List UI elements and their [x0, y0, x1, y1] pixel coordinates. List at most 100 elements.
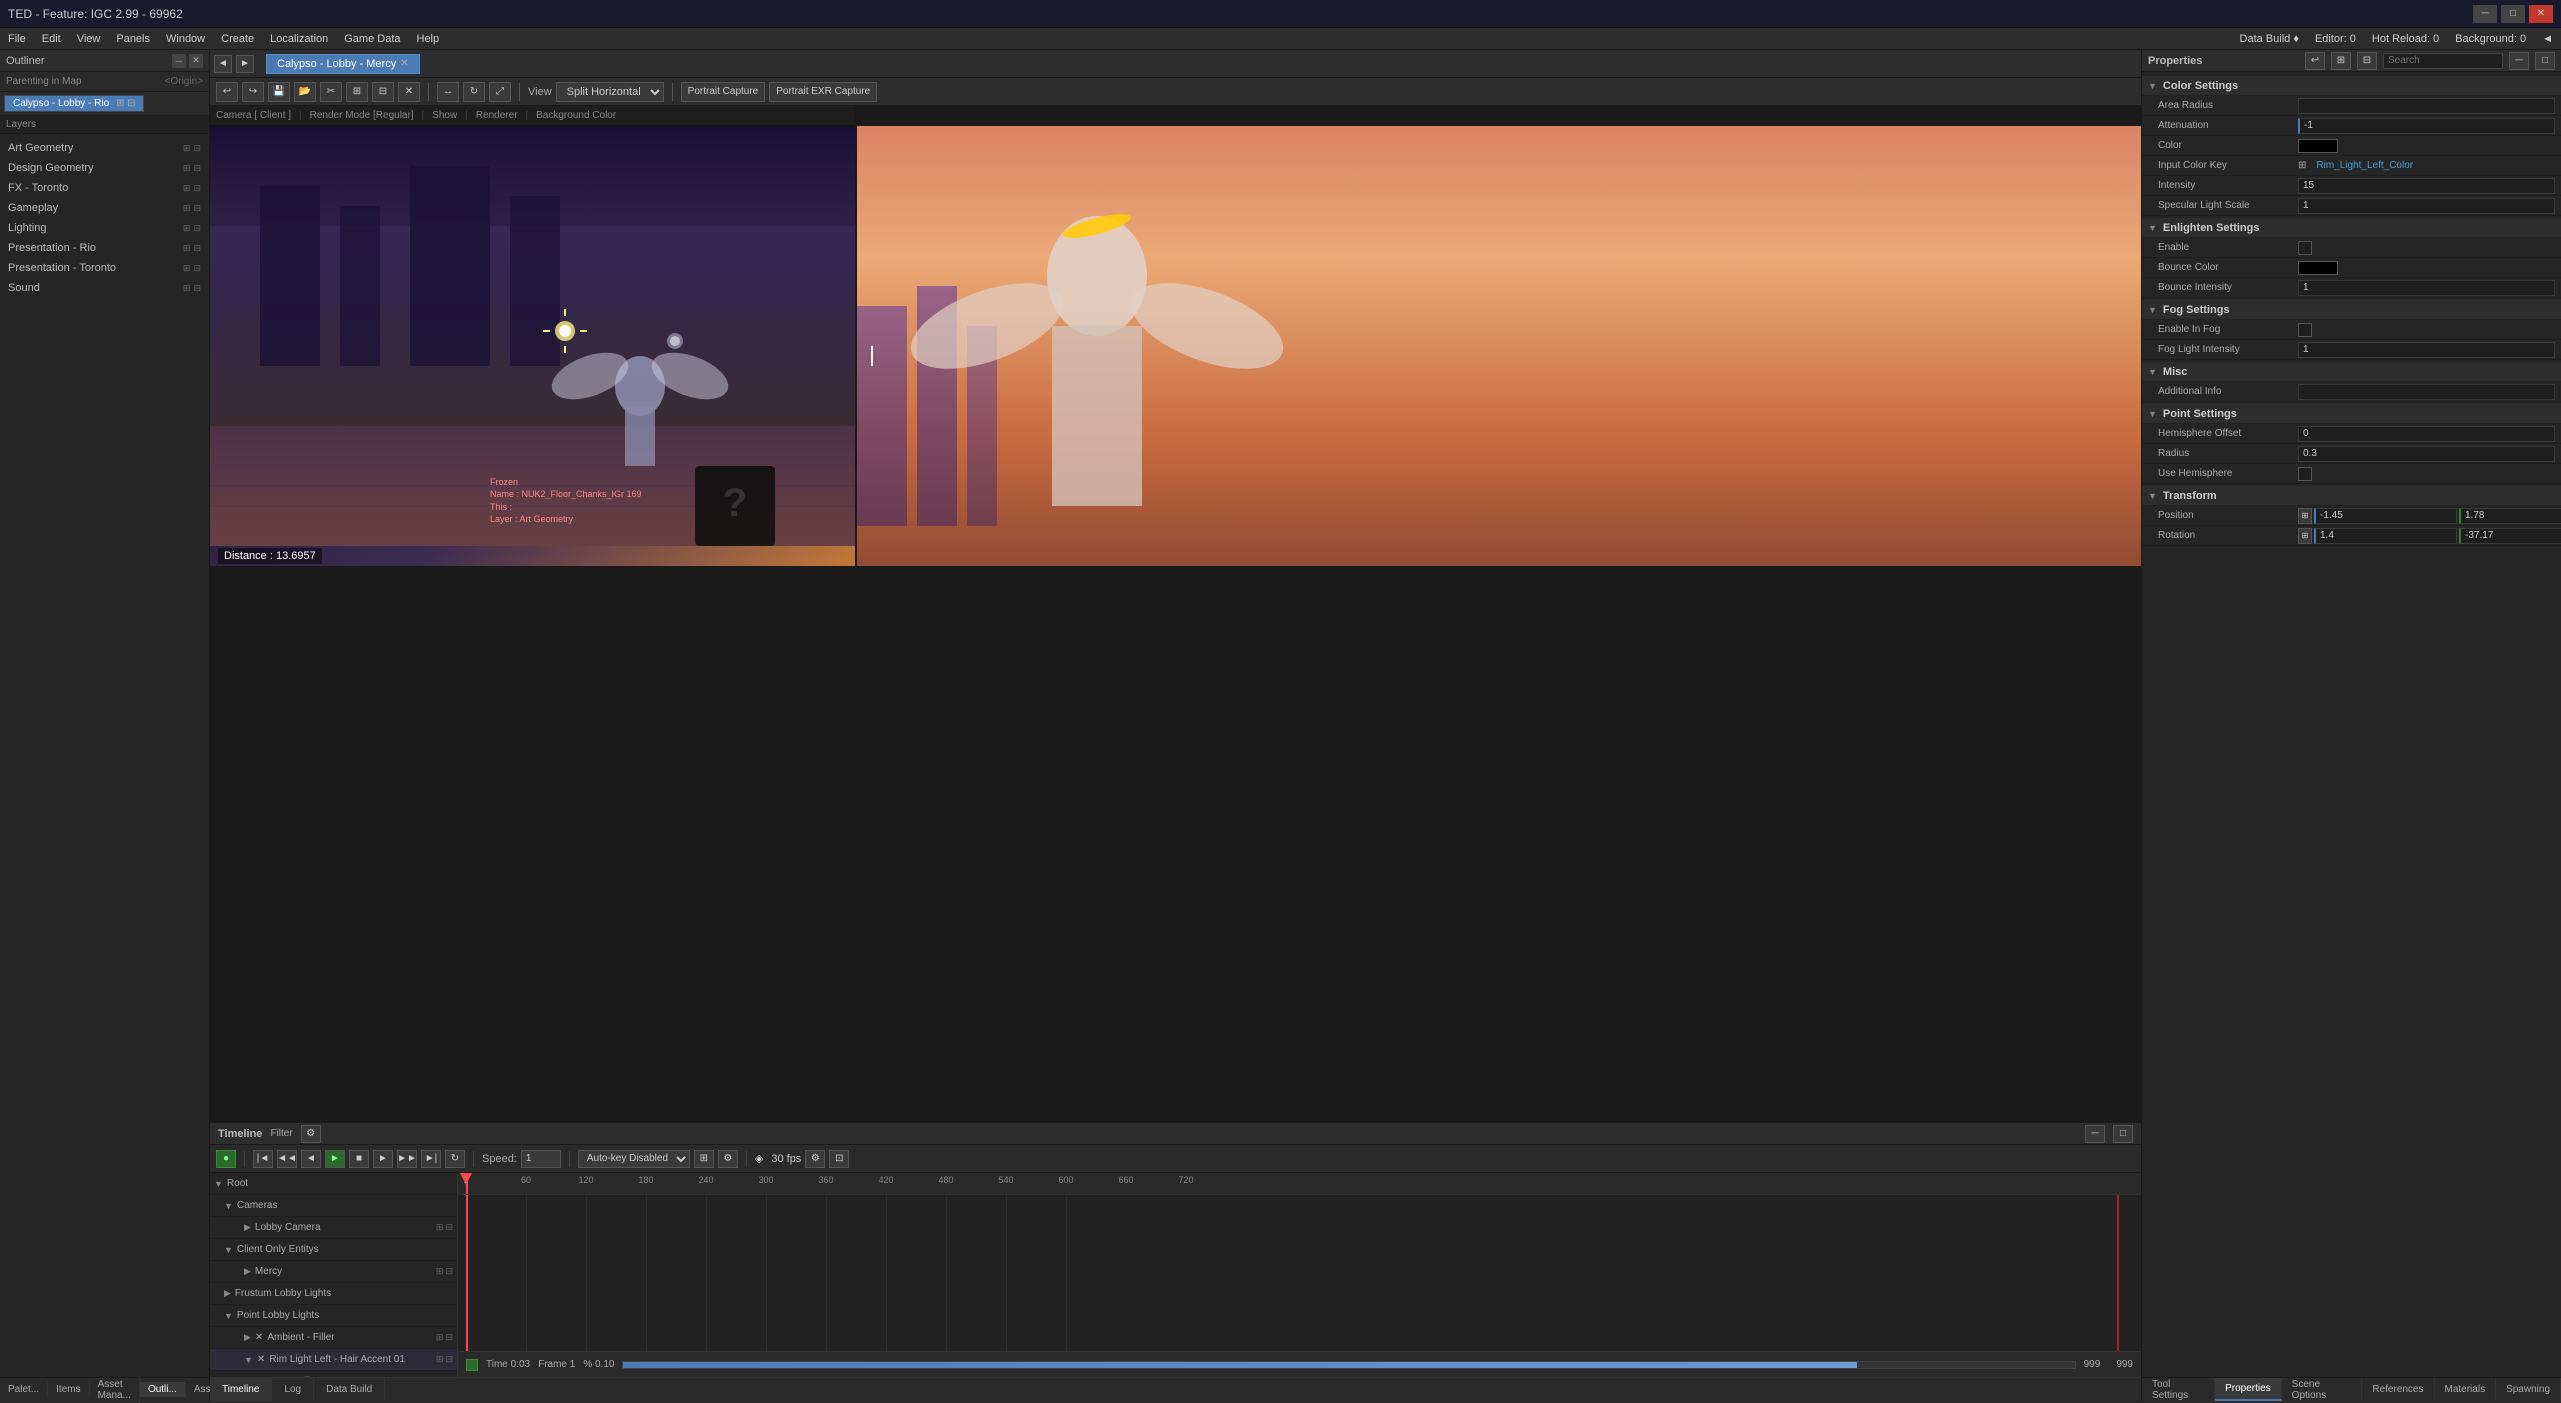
- prop-enable-in-fog[interactable]: Enable In Fog: [2142, 320, 2561, 340]
- collapse-icon[interactable]: ◄: [2542, 33, 2553, 45]
- tl-record-btn[interactable]: ⊡: [829, 1150, 849, 1168]
- prop-hemisphere-offset-input[interactable]: [2298, 426, 2555, 442]
- background-color-label[interactable]: Background Color: [536, 110, 616, 121]
- outliner-tab-active[interactable]: Calypso - Lobby - Rio ⊞ ⊟: [4, 95, 144, 112]
- section-enlighten-header[interactable]: ▼ Enlighten Settings: [2142, 218, 2561, 238]
- calypso-back-btn[interactable]: ◄: [214, 55, 232, 73]
- prop-color[interactable]: Color: [2142, 136, 2561, 156]
- tl-next-key[interactable]: ►►: [397, 1150, 417, 1168]
- tl-key-btn[interactable]: ⊞: [694, 1150, 714, 1168]
- prop-rotation-y[interactable]: [2459, 528, 2561, 544]
- tab-spawning[interactable]: Spawning: [2496, 1378, 2561, 1401]
- data-build-status[interactable]: Data Build ♦: [2240, 33, 2299, 45]
- tl-loop[interactable]: ↻: [445, 1150, 465, 1168]
- camera-client-label[interactable]: Camera [ Client ]: [216, 110, 291, 121]
- prop-bounce-color[interactable]: Bounce Color: [2142, 258, 2561, 278]
- menu-help[interactable]: Help: [417, 33, 440, 45]
- prop-bounce-intensity[interactable]: Bounce Intensity: [2142, 278, 2561, 298]
- viewport-portrait[interactable]: [857, 126, 2141, 566]
- prop-position[interactable]: Position ⊞: [2142, 506, 2561, 526]
- tab-tool-settings[interactable]: Tool Settings: [2142, 1378, 2215, 1401]
- track-ambient-filler[interactable]: ▶ ✕ Ambient - Filler ⊞⊟: [210, 1327, 457, 1349]
- minimize-button[interactable]: ─: [2473, 5, 2497, 23]
- outliner-minimize-btn[interactable]: ─: [172, 54, 186, 68]
- prop-area-radius[interactable]: Area Radius: [2142, 96, 2561, 116]
- timeline-minimize-btn[interactable]: ─: [2085, 1125, 2105, 1143]
- toolbar-btn-undo[interactable]: ↩: [216, 82, 238, 102]
- tab-materials[interactable]: Materials: [2435, 1378, 2497, 1401]
- tab-properties[interactable]: Properties: [2215, 1378, 2282, 1401]
- tab-asset-manager[interactable]: Asset Mana...: [90, 1377, 140, 1403]
- viewport-3d[interactable]: ? Frozen Name : NUK2_Floor_Chanks_IGr 16…: [210, 126, 855, 566]
- prop-fog-light-intensity[interactable]: Fog Light Intensity: [2142, 340, 2561, 360]
- prop-position-y[interactable]: [2459, 508, 2561, 524]
- prop-position-reset[interactable]: ⊞: [2298, 508, 2312, 524]
- prop-specular-scale[interactable]: Specular Light Scale: [2142, 196, 2561, 216]
- menu-view[interactable]: View: [77, 33, 101, 45]
- tab-items[interactable]: Items: [48, 1382, 89, 1397]
- prop-enable-checkbox[interactable]: [2298, 241, 2312, 255]
- prop-attenuation-input[interactable]: [2298, 118, 2555, 134]
- prop-use-hemisphere-checkbox[interactable]: [2298, 467, 2312, 481]
- outliner-close-btn[interactable]: ✕: [189, 54, 203, 68]
- calypso-tab-close-icon[interactable]: ✕: [400, 58, 408, 69]
- speed-input[interactable]: [521, 1150, 561, 1168]
- timeline-expand-btn[interactable]: □: [2113, 1125, 2133, 1143]
- layer-fx-toronto[interactable]: FX - Toronto ⊞⊟: [0, 178, 209, 198]
- prop-use-hemisphere[interactable]: Use Hemisphere: [2142, 464, 2561, 484]
- toolbar-btn-delete[interactable]: ✕: [398, 82, 420, 102]
- prop-enable[interactable]: Enable: [2142, 238, 2561, 258]
- layer-gameplay[interactable]: Gameplay ⊞⊟: [0, 198, 209, 218]
- section-transform-header[interactable]: ▼ Transform: [2142, 486, 2561, 506]
- autokey-dropdown[interactable]: Auto-key Disabled Auto-key Enabled: [578, 1150, 690, 1168]
- toolbar-btn-redo[interactable]: ↪: [242, 82, 264, 102]
- prop-additional-info-input[interactable]: [2298, 384, 2555, 400]
- menu-window[interactable]: Window: [166, 33, 205, 45]
- tl-skip-start[interactable]: |◄: [253, 1150, 273, 1168]
- track-frustum-lights[interactable]: ▶ Frustum Lobby Lights: [210, 1283, 457, 1305]
- timeline-ruler[interactable]: 1 60 120 180 240 300 360 420 480 540 600…: [458, 1173, 2141, 1195]
- menu-gamedata[interactable]: Game Data: [344, 33, 400, 45]
- prop-rotation[interactable]: Rotation ⊞: [2142, 526, 2561, 546]
- prop-position-x[interactable]: [2314, 508, 2457, 524]
- timeline-keyframe-area[interactable]: [458, 1195, 2141, 1351]
- tl-prev-key[interactable]: ◄◄: [277, 1150, 297, 1168]
- prop-bounce-color-swatch[interactable]: [2298, 261, 2338, 275]
- prop-radius-input[interactable]: [2298, 446, 2555, 462]
- prop-rotation-reset[interactable]: ⊞: [2298, 528, 2312, 544]
- props-btn-3[interactable]: ⊟: [2357, 52, 2377, 70]
- prop-enable-in-fog-checkbox[interactable]: [2298, 323, 2312, 337]
- section-misc-header[interactable]: ▼ Misc: [2142, 362, 2561, 382]
- layer-lighting[interactable]: Lighting ⊞⊟: [0, 218, 209, 238]
- layer-presentation-rio[interactable]: Presentation - Rio ⊞⊟: [0, 238, 209, 258]
- prop-specular-scale-input[interactable]: [2298, 198, 2555, 214]
- tl-tab-databuild[interactable]: Data Build: [314, 1378, 385, 1401]
- section-fog-header[interactable]: ▼ Fog Settings: [2142, 300, 2561, 320]
- toolbar-btn-move[interactable]: ↔: [437, 82, 459, 102]
- track-cameras[interactable]: ▼ Cameras: [210, 1195, 457, 1217]
- maximize-button[interactable]: □: [2501, 5, 2525, 23]
- tl-prev-frame[interactable]: ◄: [301, 1150, 321, 1168]
- properties-search[interactable]: [2383, 53, 2503, 69]
- prop-additional-info[interactable]: Additional Info: [2142, 382, 2561, 402]
- prop-rotation-x[interactable]: [2314, 528, 2457, 544]
- track-root[interactable]: ▼ Root: [210, 1173, 457, 1195]
- portrait-capture-btn[interactable]: Portrait Capture: [681, 82, 766, 102]
- prop-intensity-input[interactable]: [2298, 178, 2555, 194]
- layer-design-geometry[interactable]: Design Geometry ⊞⊟: [0, 158, 209, 178]
- props-btn-2[interactable]: ⊞: [2331, 52, 2351, 70]
- props-minimize-btn[interactable]: ─: [2509, 52, 2529, 70]
- prop-fog-light-intensity-input[interactable]: [2298, 342, 2555, 358]
- tab-palette[interactable]: Palet...: [0, 1382, 48, 1397]
- prop-intensity[interactable]: Intensity: [2142, 176, 2561, 196]
- menu-localization[interactable]: Localization: [270, 33, 328, 45]
- layer-art-geometry[interactable]: Art Geometry ⊞⊟: [0, 138, 209, 158]
- tl-settings-btn[interactable]: ⚙: [718, 1150, 738, 1168]
- close-button[interactable]: ✕: [2529, 5, 2553, 23]
- tl-tab-log[interactable]: Log: [272, 1378, 314, 1401]
- tab-outliner[interactable]: Outli...: [140, 1382, 186, 1397]
- props-expand-btn[interactable]: □: [2535, 52, 2555, 70]
- track-point-lights[interactable]: ▼ Point Lobby Lights: [210, 1305, 457, 1327]
- track-mercy[interactable]: ▶ Mercy ⊞⊟: [210, 1261, 457, 1283]
- tl-next-frame[interactable]: ►: [373, 1150, 393, 1168]
